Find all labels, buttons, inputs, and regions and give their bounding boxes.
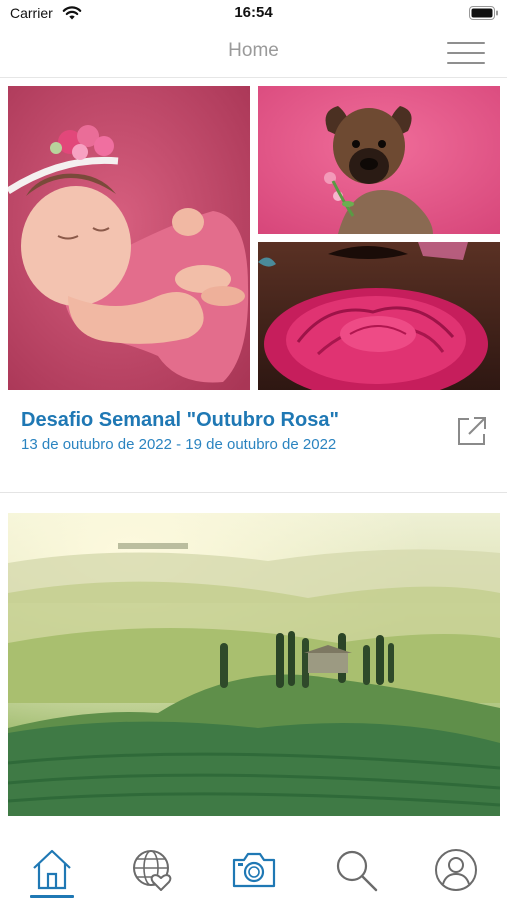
external-link-icon xyxy=(458,417,486,445)
baby-photo[interactable] xyxy=(8,86,250,390)
external-link-button[interactable] xyxy=(455,414,489,448)
camera-icon xyxy=(232,852,276,888)
search-icon xyxy=(336,850,378,892)
challenge-photo-collage[interactable] xyxy=(8,86,500,390)
hamburger-menu-icon-line xyxy=(447,52,485,54)
clock: 16:54 xyxy=(234,4,273,21)
profile-icon xyxy=(435,849,477,891)
tab-bar xyxy=(0,828,507,900)
battery-icon xyxy=(469,6,498,20)
home-icon xyxy=(33,849,71,890)
navigation-bar: Home xyxy=(0,28,507,78)
puppy-photo[interactable] xyxy=(258,86,500,234)
tuscany-landscape-photo[interactable] xyxy=(8,513,500,816)
explore-globe-heart-icon xyxy=(133,850,172,891)
tab-home[interactable] xyxy=(28,846,76,894)
page-title: Home xyxy=(228,40,279,61)
challenge-title[interactable]: Desafio Semanal "Outubro Rosa" xyxy=(21,409,339,432)
tab-explore[interactable] xyxy=(129,846,177,894)
active-tab-indicator xyxy=(30,895,74,898)
menu-button[interactable] xyxy=(447,40,485,66)
tab-profile[interactable] xyxy=(432,846,480,894)
hamburger-menu-icon xyxy=(447,42,485,44)
tab-search[interactable] xyxy=(332,846,380,894)
tab-camera[interactable] xyxy=(230,846,278,894)
rose-photo[interactable] xyxy=(258,242,500,390)
challenge-dates: 13 de outubro de 2022 - 19 de outubro de… xyxy=(21,436,337,453)
status-bar: Carrier 16:54 xyxy=(0,0,507,28)
hamburger-menu-icon-line xyxy=(447,62,485,64)
card-divider xyxy=(0,492,507,493)
